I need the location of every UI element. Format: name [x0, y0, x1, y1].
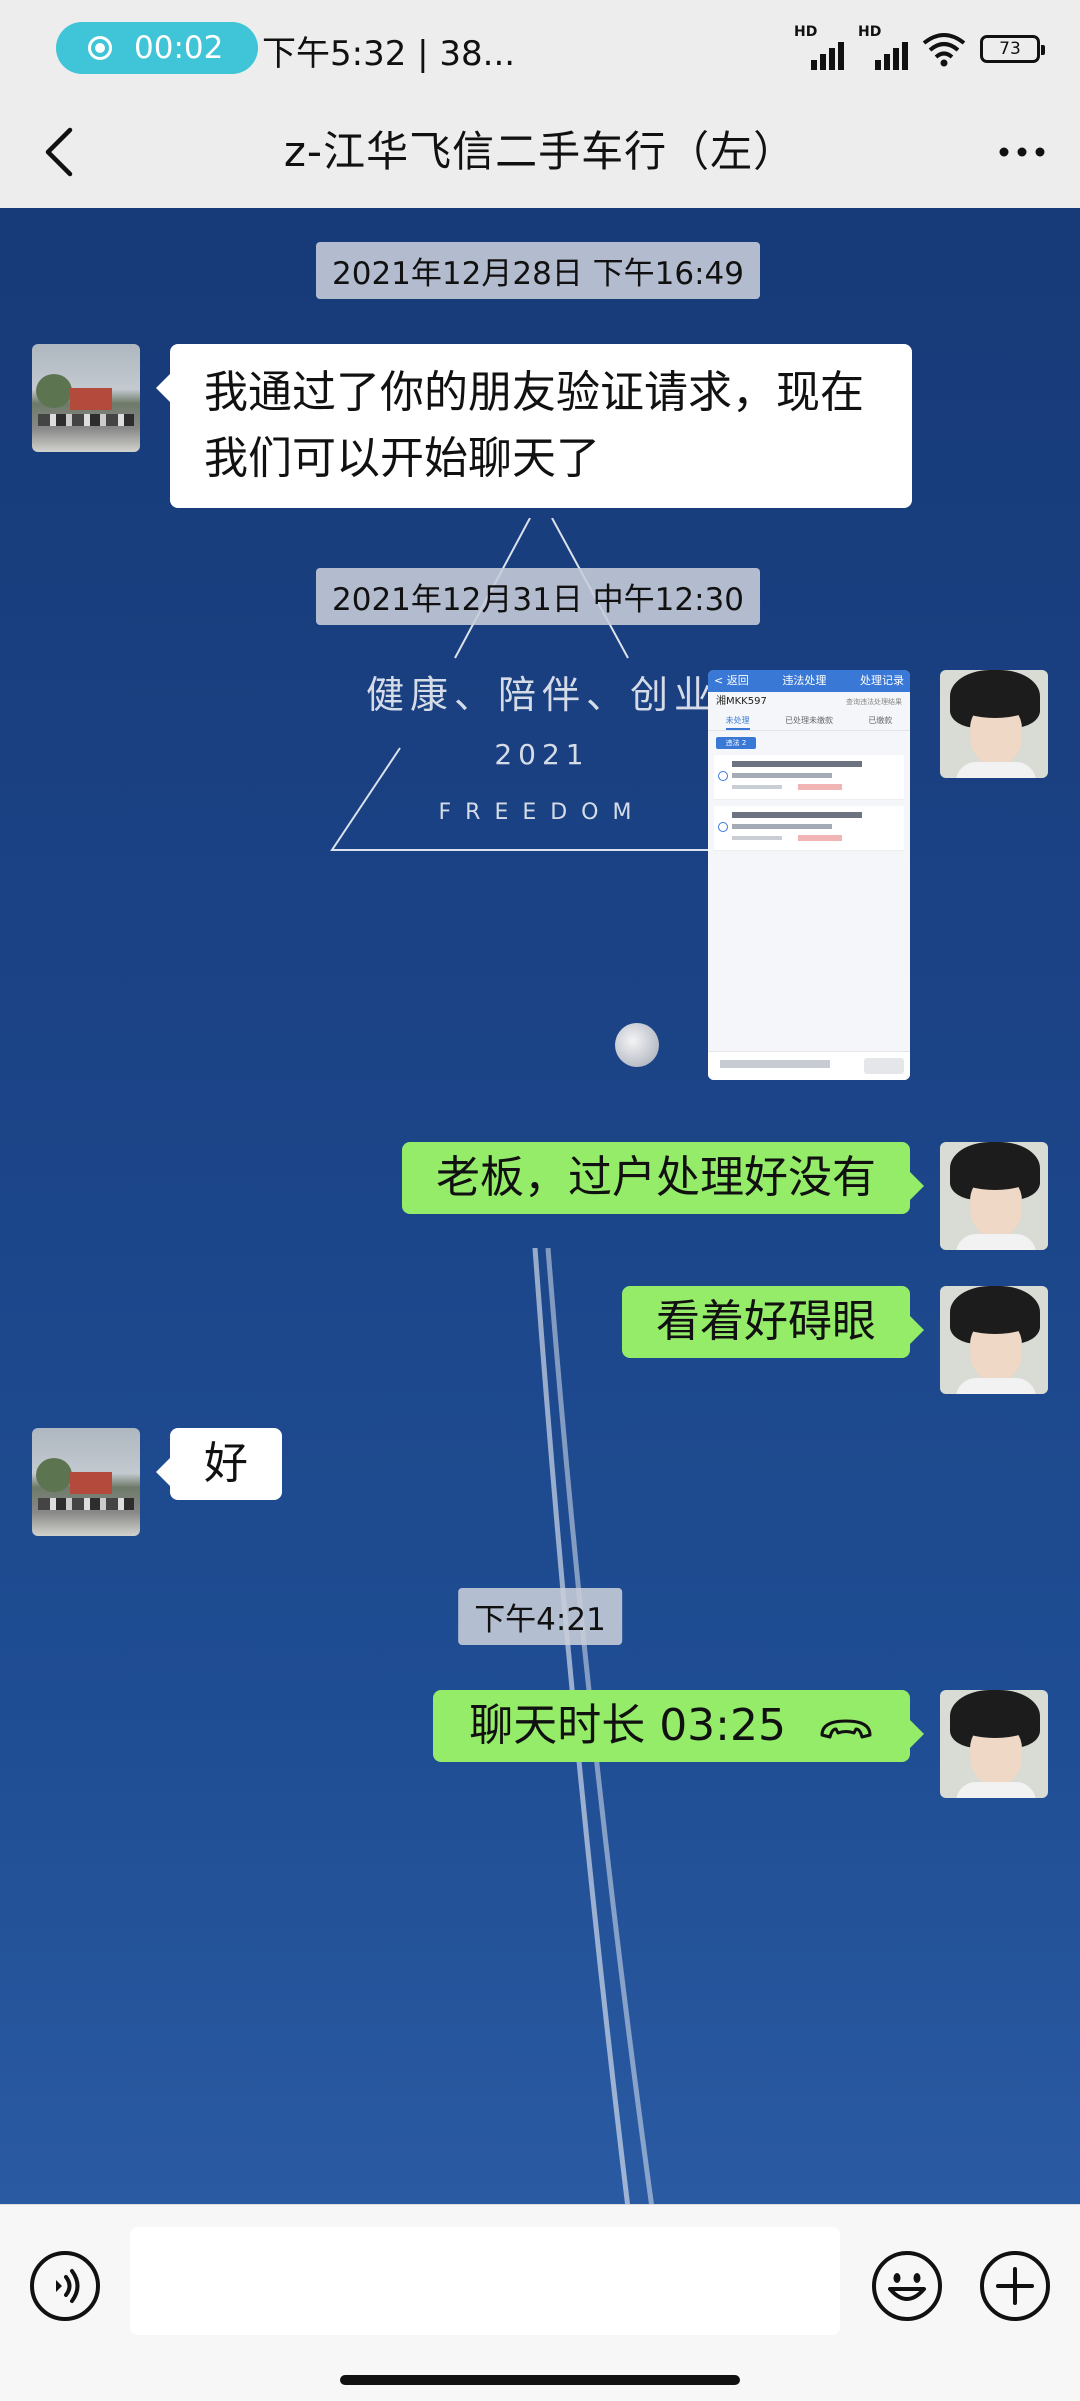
- message-call-record[interactable]: 聊天时长 03:25: [433, 1690, 924, 1762]
- moon-decoration: [615, 1023, 659, 1067]
- image-plate-row: 湘MKK597 查询违法处理结果: [708, 692, 910, 712]
- chat-area[interactable]: 健康、陪伴、创业 2021 FREEDOM 2021年12月28日 下午16:4…: [0, 208, 1080, 2204]
- screen-recording-indicator[interactable]: 00:02: [56, 22, 258, 74]
- message-text: 好: [204, 1438, 248, 1489]
- image-tab: 已处理未缴款: [784, 716, 833, 725]
- contact-avatar[interactable]: [32, 1428, 140, 1536]
- my-avatar[interactable]: [940, 670, 1048, 778]
- image-back-text: < 返回: [714, 674, 749, 687]
- record-icon: [88, 36, 112, 60]
- image-violation-card: [714, 755, 904, 800]
- my-avatar[interactable]: [940, 1690, 1048, 1798]
- message-outgoing[interactable]: 看着好碍眼: [622, 1286, 924, 1358]
- image-header: < 返回 违法处理 处理记录: [708, 670, 910, 692]
- image-tab: 已缴款: [868, 716, 893, 725]
- wallpaper-year: 2021: [494, 738, 590, 771]
- image-footer: [708, 1051, 910, 1080]
- voice-icon[interactable]: [28, 2249, 102, 2323]
- timestamp: 2021年12月31日 中午12:30: [316, 568, 760, 625]
- my-avatar[interactable]: [940, 1142, 1048, 1250]
- home-indicator[interactable]: [340, 2375, 740, 2385]
- contact-avatar[interactable]: [32, 344, 140, 452]
- image-action-text: 处理记录: [860, 674, 904, 687]
- phone-hangup-icon: [820, 1719, 872, 1739]
- message-incoming[interactable]: 我通过了你的朋友验证请求，现在我们可以开始聊天了: [156, 344, 912, 508]
- more-dots-icon[interactable]: [990, 120, 1054, 184]
- input-bar: [0, 2204, 1080, 2401]
- timestamp: 2021年12月28日 下午16:49: [316, 242, 760, 299]
- battery-icon: 73: [980, 35, 1045, 63]
- message-incoming[interactable]: 好: [156, 1428, 282, 1500]
- image-tabs: 未处理 已处理未缴款 已缴款: [708, 712, 910, 731]
- status-time-text: 下午5:32 | 38...: [262, 34, 516, 74]
- status-bar: 00:02 下午5:32 | 38... HD HD 73: [0, 0, 1080, 96]
- system-icons: HD HD 73: [794, 24, 1045, 74]
- message-outgoing[interactable]: 老板，过户处理好没有: [402, 1142, 924, 1214]
- message-text: 我通过了你的朋友验证请求，现在我们可以开始聊天了: [204, 367, 864, 484]
- image-tab: 未处理: [725, 712, 750, 730]
- title-bar: z-江华飞信二手车行（左）: [0, 96, 1080, 208]
- message-text: 老板，过户处理好没有: [436, 1152, 876, 1203]
- wallpaper-freedom: FREEDOM: [438, 800, 646, 825]
- message-input[interactable]: [130, 2227, 840, 2335]
- timestamp: 下午4:21: [458, 1588, 622, 1645]
- hd-label: HD: [794, 24, 818, 40]
- image-plate-text: 湘MKK597: [716, 696, 767, 707]
- message-image-screenshot[interactable]: < 返回 违法处理 处理记录 湘MKK597 查询违法处理结果 未处理 已处理未…: [708, 670, 910, 1080]
- emoji-icon[interactable]: [870, 2249, 944, 2323]
- message-text: 聊天时长 03:25: [469, 1700, 786, 1751]
- hd-label: HD: [858, 24, 882, 40]
- my-avatar[interactable]: [940, 1286, 1048, 1394]
- wifi-icon: [922, 33, 966, 67]
- image-title-text: 违法处理: [782, 674, 827, 687]
- image-violation-card: [714, 806, 904, 851]
- plus-icon[interactable]: [978, 2249, 1052, 2323]
- image-plate-note: 查询违法处理结果: [846, 698, 902, 706]
- signal-icon: HD: [858, 24, 908, 70]
- message-text: 看着好碍眼: [656, 1296, 876, 1347]
- chat-title: z-江华飞信二手车行（左）: [283, 127, 797, 176]
- image-chip: 违法 2: [716, 737, 756, 749]
- recording-time: 00:02: [134, 30, 224, 66]
- wallpaper-slogan: 健康、陪伴、创业: [365, 673, 718, 717]
- signal-icon: HD: [794, 24, 844, 70]
